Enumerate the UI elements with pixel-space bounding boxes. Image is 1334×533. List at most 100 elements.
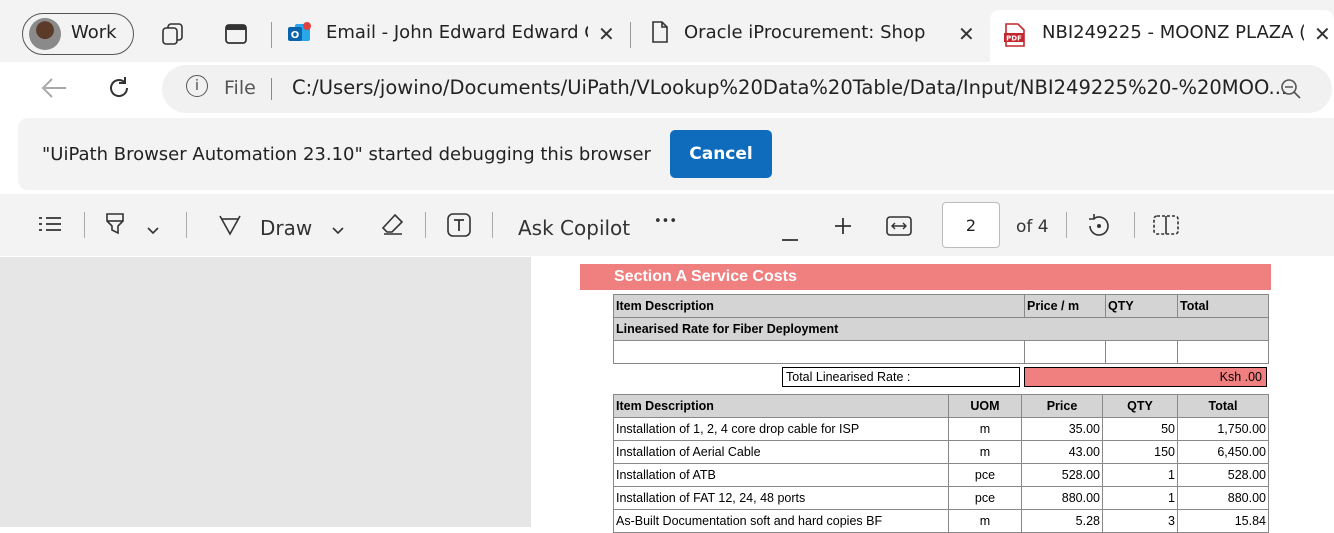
more-options-icon[interactable]: ••• bbox=[654, 214, 677, 229]
tab-pdf-active[interactable]: PDF NBI249225 - MOONZ PLAZA (SH ✕ bbox=[990, 10, 1334, 62]
item-uom: m bbox=[948, 509, 1022, 533]
item-price: 880.00 bbox=[1021, 486, 1103, 510]
page-icon bbox=[650, 20, 670, 48]
info-icon[interactable]: i bbox=[186, 75, 208, 97]
fit-width-icon[interactable] bbox=[886, 215, 912, 242]
close-icon[interactable]: ✕ bbox=[1314, 22, 1331, 46]
page-view-icon[interactable] bbox=[1152, 214, 1180, 241]
rate-subheader: Linearised Rate for Fiber Deployment bbox=[613, 317, 1269, 341]
pdf-page: Section A Service Costs Item Description… bbox=[531, 257, 1334, 533]
table-cell bbox=[1177, 340, 1269, 364]
item-description: Installation of 1, 2, 4 core drop cable … bbox=[613, 417, 949, 441]
avatar bbox=[29, 18, 61, 50]
draw-icon[interactable] bbox=[218, 213, 242, 242]
table-cell bbox=[1105, 340, 1178, 364]
table-row: As-Built Documentation soft and hard cop… bbox=[613, 509, 1269, 533]
text-box-icon[interactable] bbox=[446, 212, 472, 243]
tab-email[interactable]: O Email - John Edward Edward Owi ✕ bbox=[278, 12, 623, 56]
toolbar-separator bbox=[492, 212, 493, 238]
zoom-in-icon[interactable] bbox=[834, 216, 852, 240]
pdf-icon: PDF bbox=[1004, 22, 1026, 52]
column-header: QTY bbox=[1105, 294, 1178, 318]
svg-text:PDF: PDF bbox=[1006, 35, 1022, 43]
table-cell bbox=[1024, 340, 1106, 364]
column-header: Price / m bbox=[1024, 294, 1106, 318]
eraser-icon[interactable] bbox=[381, 212, 405, 241]
refresh-icon[interactable] bbox=[106, 75, 132, 105]
table-row: Installation of ATB pce 528.00 1 528.00 bbox=[613, 463, 1269, 487]
item-price: 528.00 bbox=[1021, 463, 1103, 487]
zoom-out-icon[interactable] bbox=[1280, 78, 1302, 104]
item-description: Installation of FAT 12, 24, 48 ports bbox=[613, 486, 949, 510]
profile-button[interactable]: Work bbox=[22, 13, 134, 55]
chevron-down-icon[interactable] bbox=[146, 217, 160, 241]
item-uom: pce bbox=[948, 486, 1022, 510]
tab-separator bbox=[271, 22, 272, 48]
table-row: Installation of 1, 2, 4 core drop cable … bbox=[613, 417, 1269, 441]
item-total: 15.84 bbox=[1177, 509, 1269, 533]
item-qty: 50 bbox=[1102, 417, 1178, 441]
navigation-bar: i File C:/Users/jowino/Documents/UiPath/… bbox=[0, 62, 1334, 118]
item-uom: m bbox=[948, 417, 1022, 441]
column-header: UOM bbox=[948, 394, 1022, 418]
section-heading: Section A Service Costs bbox=[580, 264, 1271, 290]
close-icon[interactable]: ✕ bbox=[958, 22, 975, 46]
debug-infobar: "UiPath Browser Automation 23.10" starte… bbox=[18, 118, 1334, 190]
item-qty: 150 bbox=[1102, 440, 1178, 464]
table-row bbox=[613, 340, 1269, 364]
svg-text:O: O bbox=[291, 30, 300, 41]
toolbar-separator bbox=[1134, 212, 1135, 238]
item-price: 43.00 bbox=[1021, 440, 1103, 464]
item-total: 1,750.00 bbox=[1177, 417, 1269, 441]
back-arrow-icon[interactable] bbox=[40, 76, 68, 104]
item-qty: 1 bbox=[1102, 463, 1178, 487]
item-total: 6,450.00 bbox=[1177, 440, 1269, 464]
rotate-icon[interactable] bbox=[1086, 213, 1112, 244]
toolbar-separator bbox=[1066, 212, 1067, 238]
tab-separator bbox=[630, 22, 631, 48]
item-description: Installation of ATB bbox=[613, 463, 949, 487]
zoom-out-icon[interactable] bbox=[781, 223, 799, 247]
table-cell bbox=[613, 340, 1025, 364]
tab-title: Email - John Edward Edward Owi bbox=[326, 22, 588, 43]
tab-actions-icon[interactable] bbox=[224, 23, 248, 49]
pdf-viewer: Section A Service Costs Item Description… bbox=[0, 257, 1334, 533]
profile-label: Work bbox=[71, 22, 117, 43]
table-header-row: Item Description Price / m QTY Total bbox=[613, 294, 1269, 318]
page-number-input[interactable] bbox=[942, 202, 1000, 248]
toolbar-separator bbox=[84, 212, 85, 238]
address-bar[interactable]: i File C:/Users/jowino/Documents/UiPath/… bbox=[162, 65, 1332, 113]
close-icon[interactable]: ✕ bbox=[598, 22, 615, 46]
pdf-toolbar: Draw Ask Copilot ••• of 4 bbox=[0, 194, 1334, 256]
section-title: Section A Service Costs bbox=[614, 268, 797, 285]
column-header: Price bbox=[1021, 394, 1103, 418]
highlight-icon[interactable] bbox=[104, 212, 126, 241]
item-description: Installation of Aerial Cable bbox=[613, 440, 949, 464]
column-header: Item Description bbox=[613, 294, 1025, 318]
item-total: 880.00 bbox=[1177, 486, 1269, 510]
tab-title: NBI249225 - MOONZ PLAZA (SH bbox=[1042, 22, 1304, 43]
debug-message: "UiPath Browser Automation 23.10" starte… bbox=[42, 144, 651, 165]
address-divider bbox=[271, 78, 272, 100]
item-uom: m bbox=[948, 440, 1022, 464]
table-row: Installation of Aerial Cable m 43.00 150… bbox=[613, 440, 1269, 464]
chevron-down-icon[interactable] bbox=[331, 217, 345, 241]
column-header: Total bbox=[1177, 294, 1269, 318]
cancel-button[interactable]: Cancel bbox=[670, 130, 772, 178]
address-url[interactable]: C:/Users/jowino/Documents/UiPath/VLookup… bbox=[292, 76, 1287, 99]
item-qty: 3 bbox=[1102, 509, 1178, 533]
item-total: 528.00 bbox=[1177, 463, 1269, 487]
contents-icon[interactable] bbox=[38, 214, 62, 239]
tab-iprocurement[interactable]: Oracle iProcurement: Shop ✕ bbox=[640, 12, 980, 56]
outlook-icon: O bbox=[286, 20, 312, 50]
table-header-row: Item Description UOM Price QTY Total bbox=[613, 394, 1269, 418]
total-linearised-label: Total Linearised Rate : bbox=[782, 367, 1020, 387]
item-uom: pce bbox=[948, 463, 1022, 487]
ask-copilot-button[interactable]: Ask Copilot bbox=[518, 216, 630, 240]
item-qty: 1 bbox=[1102, 486, 1178, 510]
draw-label[interactable]: Draw bbox=[260, 216, 312, 240]
table-subheader-row: Linearised Rate for Fiber Deployment bbox=[613, 317, 1269, 341]
workspaces-icon[interactable] bbox=[160, 22, 186, 50]
column-header: Total bbox=[1177, 394, 1269, 418]
page-count-label: of 4 bbox=[1016, 217, 1049, 237]
